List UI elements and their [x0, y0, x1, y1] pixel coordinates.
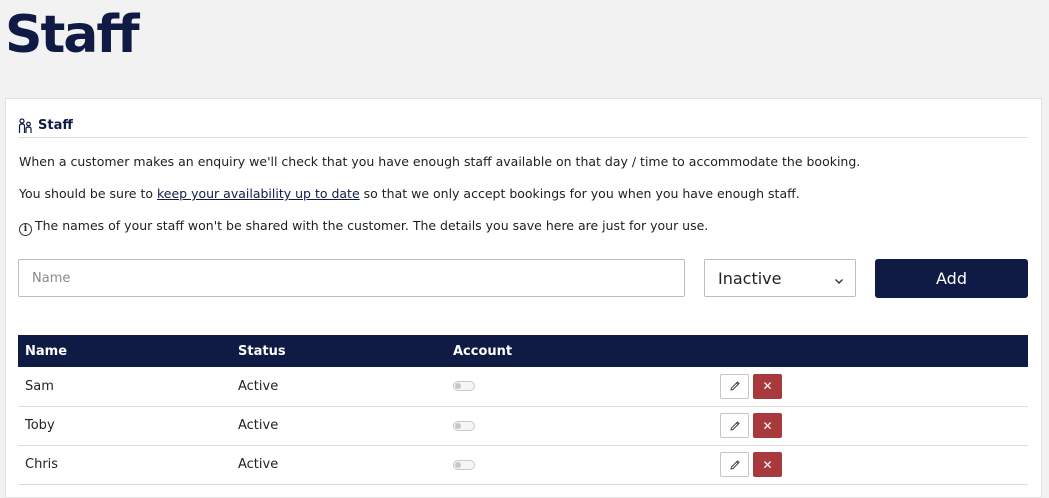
name-input[interactable] — [18, 259, 685, 297]
staff-status: Active — [238, 457, 279, 472]
close-icon: ✕ — [762, 418, 773, 433]
intro-text: When a customer makes an enquiry we'll c… — [19, 154, 861, 169]
people-icon — [18, 117, 34, 134]
delete-button[interactable]: ✕ — [753, 373, 782, 399]
delete-button[interactable]: ✕ — [753, 413, 782, 438]
header-status: Status — [238, 343, 286, 359]
table-row: Toby Active ✕ — [18, 406, 1028, 445]
row-actions: ✕ — [720, 413, 1021, 438]
staff-status: Active — [238, 378, 279, 394]
staff-table: Name Status Account Sam Active ✕ Toby Ac… — [18, 335, 1028, 485]
chevron-down-icon — [833, 272, 845, 284]
account-toggle[interactable] — [453, 420, 475, 431]
status-select[interactable]: Inactive — [704, 259, 856, 297]
card-header: Staff — [18, 114, 1028, 138]
pencil-icon — [729, 459, 740, 470]
pencil-icon — [729, 381, 740, 391]
header-actions — [713, 335, 1028, 367]
table-row: Chris Active ✕ — [18, 445, 1028, 484]
availability-text: You should be sure to keep your availabi… — [19, 186, 800, 201]
row-actions: ✕ — [720, 452, 1021, 477]
account-toggle[interactable] — [453, 459, 475, 470]
staff-status: Active — [238, 418, 279, 433]
close-icon: ✕ — [762, 457, 773, 472]
staff-name: Toby — [25, 418, 55, 433]
staff-name: Sam — [25, 378, 54, 394]
pencil-icon — [729, 420, 740, 431]
page-title: Staff — [5, 5, 140, 65]
table-row: Sam Active ✕ — [18, 367, 1028, 406]
staff-card: Staff When a customer makes an enquiry w… — [5, 98, 1042, 498]
privacy-note-text: The names of your staff won't be shared … — [35, 218, 709, 233]
card-title: Staff — [38, 118, 73, 133]
availability-text-after: so that we only accept bookings for you … — [359, 186, 800, 201]
status-select-value: Inactive — [718, 268, 782, 288]
row-actions: ✕ — [720, 373, 1021, 399]
header-account: Account — [453, 343, 513, 359]
delete-button[interactable]: ✕ — [753, 452, 782, 477]
staff-name: Chris — [25, 457, 59, 472]
edit-button[interactable] — [720, 373, 749, 399]
info-icon: i — [19, 223, 32, 236]
privacy-note: i The names of your staff won't be shared… — [19, 218, 708, 236]
add-button[interactable]: Add — [875, 259, 1028, 298]
close-icon: ✕ — [762, 379, 773, 394]
availability-link[interactable]: keep your availability up to date — [157, 186, 360, 201]
header-name: Name — [25, 343, 68, 359]
account-toggle[interactable] — [453, 381, 475, 392]
table-header-row: Name Status Account — [18, 335, 1028, 367]
edit-button[interactable] — [720, 452, 749, 477]
availability-text-before: You should be sure to — [19, 186, 157, 201]
edit-button[interactable] — [720, 413, 749, 438]
